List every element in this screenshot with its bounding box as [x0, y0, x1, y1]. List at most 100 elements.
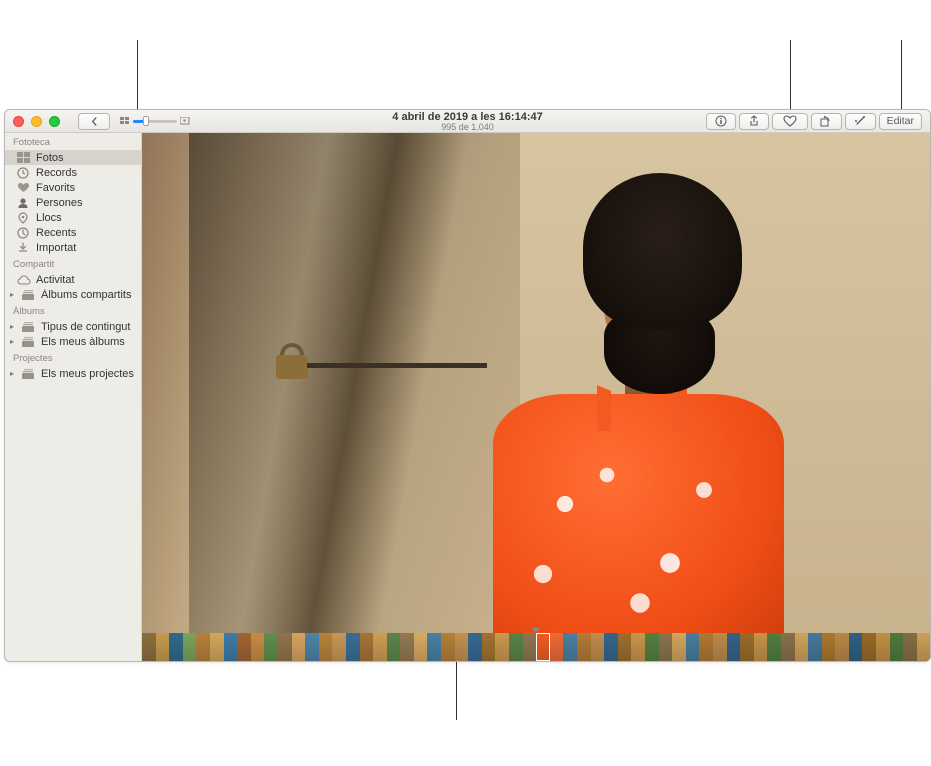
filmstrip-thumbnail[interactable]	[618, 633, 632, 661]
filmstrip-thumbnail[interactable]	[142, 633, 156, 661]
sidebar-item[interactable]: Persones	[5, 195, 141, 210]
sidebar-item[interactable]: ▸Àlbums compartits	[5, 287, 141, 302]
filmstrip-thumbnail[interactable]	[604, 633, 618, 661]
filmstrip-thumbnail[interactable]	[509, 633, 523, 661]
zoom-slider-thumb[interactable]	[143, 116, 149, 126]
filmstrip-thumbnail[interactable]	[740, 633, 754, 661]
sidebar-item[interactable]: Favorits	[5, 180, 141, 195]
filmstrip-thumbnail[interactable]	[659, 633, 673, 661]
magic-wand-icon	[854, 115, 867, 127]
sidebar-section-header: Àlbums	[5, 302, 141, 319]
filmstrip-thumbnail[interactable]	[862, 633, 876, 661]
favorite-button[interactable]	[772, 113, 808, 130]
filmstrip-thumbnail[interactable]	[360, 633, 374, 661]
sidebar-item-label: Fotos	[36, 152, 135, 164]
filmstrip-thumbnail[interactable]	[876, 633, 890, 661]
sidebar-item[interactable]: Importat	[5, 240, 141, 255]
filmstrip-thumbnail[interactable]	[727, 633, 741, 661]
memories-icon	[17, 167, 31, 179]
filmstrip-thumbnail[interactable]	[196, 633, 210, 661]
filmstrip-thumbnail[interactable]	[808, 633, 822, 661]
titlebar: 4 abril de 2019 a les 16:14:47 995 de 1.…	[5, 110, 930, 133]
filmstrip-thumbnail[interactable]	[482, 633, 496, 661]
filmstrip-thumbnail[interactable]	[523, 633, 537, 661]
filmstrip-thumbnail[interactable]	[373, 633, 387, 661]
disclosure-triangle-icon[interactable]: ▸	[10, 290, 17, 299]
filmstrip-thumbnail[interactable]	[890, 633, 904, 661]
filmstrip-thumbnail[interactable]	[156, 633, 170, 661]
filmstrip-thumbnail[interactable]	[319, 633, 333, 661]
filmstrip-thumbnail[interactable]	[767, 633, 781, 661]
album-icon	[22, 337, 36, 347]
disclosure-triangle-icon[interactable]: ▸	[10, 369, 17, 378]
filmstrip-thumbnail[interactable]	[591, 633, 605, 661]
sidebar-item[interactable]: ▸Tipus de contingut	[5, 319, 141, 334]
zoom-slider-track[interactable]	[133, 120, 177, 123]
filmstrip-thumbnail[interactable]	[278, 633, 292, 661]
filmstrip-thumbnail[interactable]	[332, 633, 346, 661]
filmstrip-thumbnail[interactable]	[672, 633, 686, 661]
filmstrip-thumbnail[interactable]	[795, 633, 809, 661]
close-button[interactable]	[13, 116, 24, 127]
filmstrip-thumbnail[interactable]	[713, 633, 727, 661]
heart-icon	[783, 115, 797, 127]
filmstrip-thumbnail[interactable]	[468, 633, 482, 661]
filmstrip-thumbnail[interactable]	[645, 633, 659, 661]
filmstrip-thumbnail[interactable]	[699, 633, 713, 661]
filmstrip-thumbnail[interactable]	[835, 633, 849, 661]
filmstrip-thumbnail[interactable]	[550, 633, 564, 661]
sidebar-item-label: Persones	[36, 197, 135, 209]
filmstrip-thumbnail[interactable]	[903, 633, 917, 661]
filmstrip-thumbnail[interactable]	[414, 633, 428, 661]
filmstrip-thumbnail[interactable]	[169, 633, 183, 661]
sidebar-item-label: Llocs	[36, 212, 135, 224]
rotate-button[interactable]	[811, 113, 842, 130]
sidebar-item[interactable]: Llocs	[5, 210, 141, 225]
filmstrip-thumbnail[interactable]	[292, 633, 306, 661]
filmstrip-thumbnail[interactable]	[251, 633, 265, 661]
filmstrip-thumbnail[interactable]	[427, 633, 441, 661]
disclosure-triangle-icon[interactable]: ▸	[10, 337, 17, 346]
filmstrip-thumbnail[interactable]	[237, 633, 251, 661]
sidebar-item[interactable]: Recents	[5, 225, 141, 240]
zoom-slider[interactable]	[120, 117, 190, 125]
filmstrip-thumbnail[interactable]	[210, 633, 224, 661]
filmstrip-thumbnail[interactable]	[781, 633, 795, 661]
filmstrip-thumbnail[interactable]	[305, 633, 319, 661]
filmstrip-thumbnail[interactable]	[849, 633, 863, 661]
filmstrip-thumbnail[interactable]	[183, 633, 197, 661]
filmstrip-thumbnail[interactable]	[917, 633, 931, 661]
disclosure-triangle-icon[interactable]: ▸	[10, 322, 17, 331]
back-button[interactable]	[78, 113, 110, 130]
autoenhance-button[interactable]	[845, 113, 876, 130]
maximize-button[interactable]	[49, 116, 60, 127]
sidebar-item[interactable]: Records	[5, 165, 141, 180]
filmstrip-thumbnail[interactable]	[754, 633, 768, 661]
sidebar-item[interactable]: Activitat	[5, 272, 141, 287]
sidebar-item[interactable]: ▸Els meus àlbums	[5, 334, 141, 349]
sidebar-item[interactable]: Fotos	[5, 150, 141, 165]
share-icon	[748, 115, 760, 127]
minimize-button[interactable]	[31, 116, 42, 127]
filmstrip-thumbnail[interactable]	[400, 633, 414, 661]
filmstrip-thumbnail[interactable]	[577, 633, 591, 661]
sidebar-item-label: Els meus projectes	[41, 368, 135, 380]
info-button[interactable]	[706, 113, 736, 130]
filmstrip-thumbnail[interactable]	[495, 633, 509, 661]
filmstrip-thumbnail[interactable]	[536, 633, 550, 661]
filmstrip-thumbnail[interactable]	[224, 633, 238, 661]
filmstrip-thumbnail[interactable]	[387, 633, 401, 661]
filmstrip-thumbnail[interactable]	[346, 633, 360, 661]
photo-viewer[interactable]	[142, 133, 930, 633]
filmstrip-thumbnail[interactable]	[563, 633, 577, 661]
filmstrip-thumbnail[interactable]	[264, 633, 278, 661]
share-button[interactable]	[739, 113, 769, 130]
sidebar-item[interactable]: ▸ Els meus projectes	[5, 366, 141, 381]
filmstrip[interactable]	[142, 633, 930, 661]
filmstrip-thumbnail[interactable]	[686, 633, 700, 661]
filmstrip-thumbnail[interactable]	[631, 633, 645, 661]
edit-button[interactable]: Editar	[879, 113, 922, 130]
filmstrip-thumbnail[interactable]	[441, 633, 455, 661]
filmstrip-thumbnail[interactable]	[822, 633, 836, 661]
filmstrip-thumbnail[interactable]	[455, 633, 469, 661]
